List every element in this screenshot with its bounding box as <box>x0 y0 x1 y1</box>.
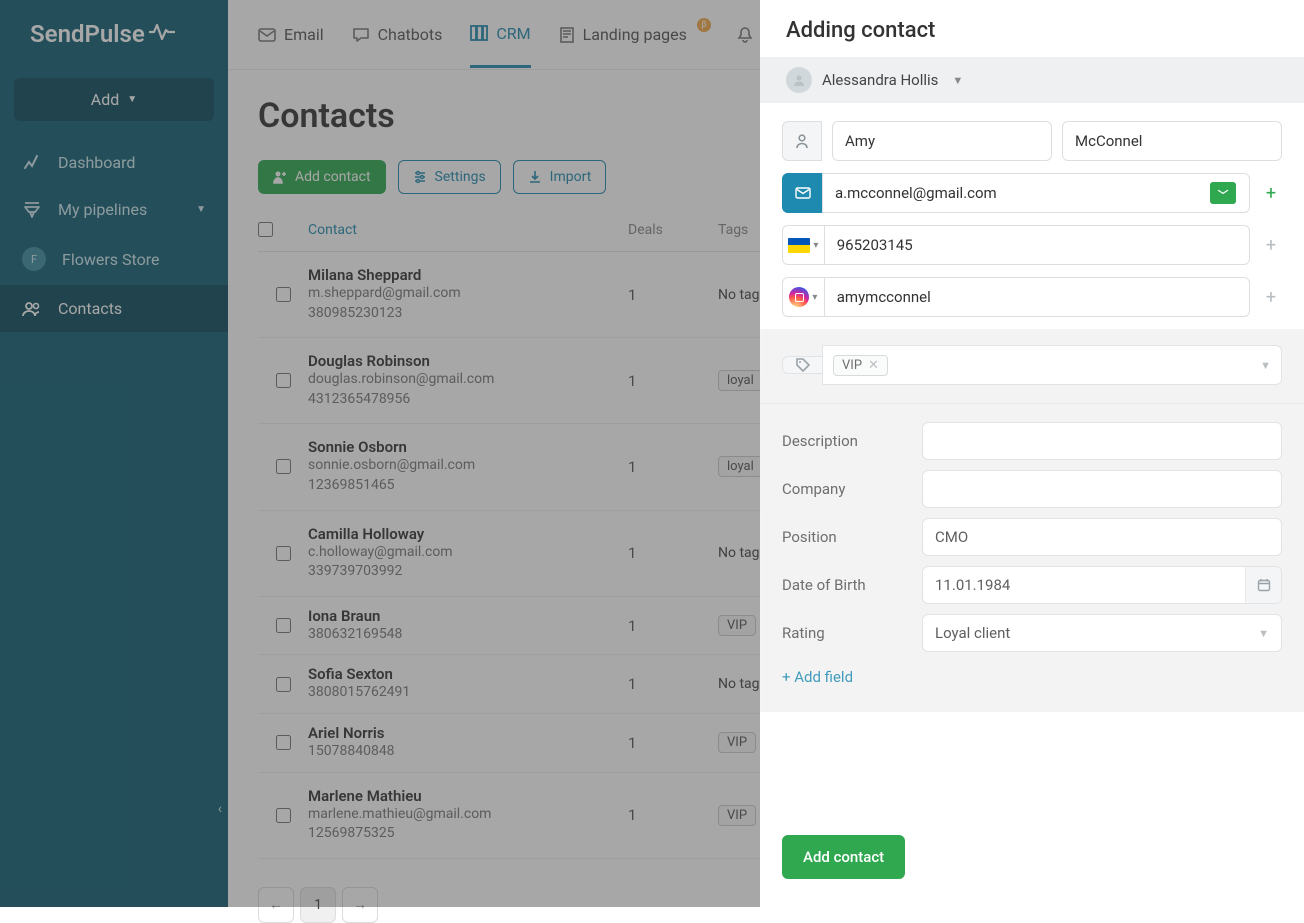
last-name-input[interactable] <box>1062 121 1282 161</box>
tags-select[interactable]: VIP ✕ ▼ <box>822 345 1282 385</box>
rating-value: Loyal client <box>935 624 1010 642</box>
button-label: Add contact <box>803 848 884 866</box>
flag-ua-icon <box>788 238 810 253</box>
owner-avatar-icon <box>786 67 812 93</box>
chevron-down-icon: ▼ <box>952 74 963 87</box>
divider <box>760 403 1304 404</box>
tag-chip: VIP ✕ <box>833 355 888 376</box>
add-email-button[interactable]: + <box>1260 173 1282 213</box>
tag-label: VIP <box>842 358 862 373</box>
caret-down-icon: ▾ <box>813 240 818 251</box>
email-icon <box>782 173 822 213</box>
caret-down-icon: ▼ <box>1260 359 1271 372</box>
person-icon <box>782 121 822 161</box>
rating-select[interactable]: Loyal client ▼ <box>922 614 1282 652</box>
dob-label: Date of Birth <box>782 576 922 594</box>
caret-down-icon: ▼ <box>1258 627 1269 640</box>
company-input[interactable] <box>922 470 1282 508</box>
owner-select[interactable]: Alessandra Hollis ▼ <box>760 57 1304 103</box>
phone-input[interactable] <box>824 225 1250 265</box>
add-contact-drawer: Adding contact Alessandra Hollis ▼ <box>760 0 1304 907</box>
add-phone-button[interactable]: + <box>1260 225 1282 265</box>
company-label: Company <box>782 480 922 498</box>
instagram-icon <box>789 287 809 307</box>
social-input[interactable] <box>824 277 1250 317</box>
dob-input[interactable] <box>922 566 1282 604</box>
social-network-select[interactable]: ▾ <box>782 277 824 317</box>
add-social-button[interactable]: + <box>1260 277 1282 317</box>
remove-tag-button[interactable]: ✕ <box>868 358 879 373</box>
owner-name: Alessandra Hollis <box>822 71 938 89</box>
drawer-title: Adding contact <box>760 0 1304 57</box>
tag-icon <box>782 356 822 374</box>
submit-add-contact-button[interactable]: Add contact <box>782 835 905 879</box>
email-input[interactable] <box>822 173 1250 213</box>
position-label: Position <box>782 528 922 546</box>
caret-down-icon: ▾ <box>812 292 817 303</box>
calendar-icon[interactable] <box>1245 567 1281 603</box>
email-verified-icon <box>1210 182 1236 204</box>
description-input[interactable] <box>922 422 1282 460</box>
add-field-link[interactable]: + Add field <box>782 662 853 692</box>
position-input[interactable] <box>922 518 1282 556</box>
description-label: Description <box>782 432 922 450</box>
rating-label: Rating <box>782 624 922 642</box>
first-name-input[interactable] <box>832 121 1052 161</box>
country-select[interactable]: ▾ <box>782 225 824 265</box>
